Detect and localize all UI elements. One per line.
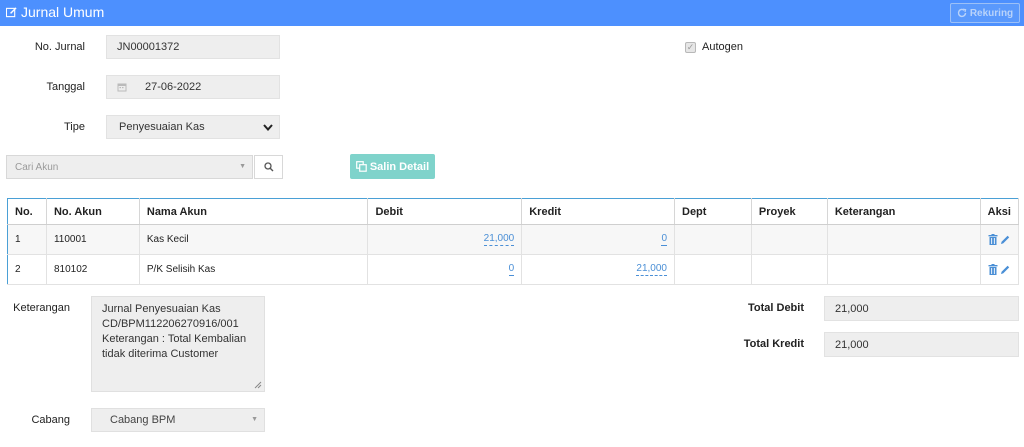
col-header-no: No.	[7, 198, 47, 225]
total-debit-field: 21,000	[824, 296, 1019, 321]
table-row: 2 810102 P/K Selisih Kas 0 21,000	[7, 254, 1020, 285]
cabang-label: Cabang	[31, 414, 70, 426]
cell-aksi	[980, 254, 1020, 285]
autogen-checkbox[interactable]: ✓ Autogen	[685, 41, 743, 53]
search-icon	[263, 162, 273, 172]
tipe-value: Penyesuaian Kas	[119, 121, 205, 133]
col-header-dept: Dept	[674, 198, 752, 225]
pencil-icon[interactable]	[1000, 235, 1010, 245]
search-button[interactable]	[254, 155, 283, 179]
chevron-down-icon	[263, 124, 273, 131]
col-header-kredit: Kredit	[521, 198, 675, 225]
trash-icon[interactable]	[988, 264, 998, 275]
keterangan-textarea[interactable]: Jurnal Penyesuaian Kas CD/BPM11220627091…	[91, 296, 265, 392]
keterangan-label: Keterangan	[13, 302, 70, 314]
cell-keterangan	[827, 254, 981, 285]
page-title: Jurnal Umum	[6, 4, 104, 20]
tipe-select[interactable]: Penyesuaian Kas	[106, 115, 280, 139]
pencil-icon[interactable]	[1000, 265, 1010, 275]
cell-debit: 0	[367, 254, 523, 285]
rekuring-button[interactable]: Rekuring	[950, 3, 1020, 23]
cell-kredit: 21,000	[521, 254, 675, 285]
cari-akun-select[interactable]: Cari Akun ▼	[6, 155, 253, 179]
cell-nama-akun: Kas Kecil	[139, 224, 369, 255]
col-header-aksi: Aksi	[980, 198, 1020, 225]
cell-proyek	[751, 254, 828, 285]
caret-down-icon: ▼	[239, 163, 246, 170]
total-kredit-label: Total Kredit	[743, 338, 804, 350]
keterangan-line: CD/BPM112206270916/001	[102, 318, 239, 330]
cell-keterangan	[827, 224, 981, 255]
cabang-select[interactable]: Cabang BPM ▼	[91, 408, 265, 432]
cabang-value: Cabang BPM	[110, 414, 176, 426]
tanggal-label: Tanggal	[46, 81, 85, 93]
refresh-icon	[957, 8, 967, 18]
kredit-editable[interactable]: 21,000	[636, 263, 667, 276]
table-row: 1 110001 Kas Kecil 21,000 0	[7, 224, 1020, 255]
cell-proyek	[751, 224, 828, 255]
cell-kredit: 0	[521, 224, 675, 255]
page-title-text: Jurnal Umum	[21, 4, 105, 20]
keterangan-line: Jurnal Penyesuaian Kas	[102, 303, 221, 315]
autogen-label: Autogen	[702, 41, 743, 53]
cell-no-akun: 110001	[46, 224, 140, 255]
no-jurnal-input[interactable]: JN00001372	[106, 35, 280, 59]
resize-grip-icon[interactable]	[254, 381, 262, 389]
table-header-row: No. No. Akun Nama Akun Debit Kredit Dept…	[7, 198, 1020, 225]
tipe-label: Tipe	[64, 121, 85, 133]
salin-detail-label: Salin Detail	[369, 160, 430, 173]
cell-nama-akun: P/K Selisih Kas	[139, 254, 369, 285]
debit-editable[interactable]: 21,000	[483, 233, 515, 246]
tanggal-input[interactable]: 27-06-2022	[106, 75, 280, 99]
edit-icon	[6, 6, 17, 17]
kredit-editable[interactable]: 0	[661, 233, 667, 246]
cell-dept	[674, 224, 752, 255]
cell-no: 1	[7, 224, 47, 255]
keterangan-line: Keterangan : Total Kembalian	[102, 333, 247, 345]
col-header-nama-akun: Nama Akun	[139, 198, 369, 225]
tanggal-value: 27-06-2022	[145, 81, 202, 93]
cell-dept	[674, 254, 752, 285]
copy-icon	[355, 161, 367, 172]
cari-akun-placeholder: Cari Akun	[15, 161, 59, 173]
rekuring-label: Rekuring	[969, 7, 1014, 19]
col-header-keterangan: Keterangan	[827, 198, 981, 225]
cell-no: 2	[7, 254, 47, 285]
total-debit-label: Total Debit	[747, 302, 804, 314]
title-bar: Jurnal Umum Rekuring	[0, 0, 1024, 26]
check-icon: ✓	[685, 41, 696, 53]
col-header-proyek: Proyek	[751, 198, 828, 225]
debit-editable[interactable]: 0	[508, 263, 515, 276]
caret-down-icon: ▼	[251, 416, 258, 423]
detail-table: No. No. Akun Nama Akun Debit Kredit Dept…	[7, 198, 1020, 285]
salin-detail-button[interactable]: Salin Detail	[350, 154, 435, 179]
total-kredit-field: 21,000	[824, 332, 1019, 357]
cell-aksi	[980, 224, 1020, 255]
keterangan-line: tidak diterima Customer	[102, 348, 219, 360]
cell-no-akun: 810102	[46, 254, 140, 285]
no-jurnal-label: No. Jurnal	[34, 41, 85, 53]
col-header-no-akun: No. Akun	[46, 198, 140, 225]
col-header-debit: Debit	[367, 198, 523, 225]
trash-icon[interactable]	[988, 234, 998, 245]
calendar-icon	[117, 83, 127, 92]
cell-debit: 21,000	[367, 224, 523, 255]
